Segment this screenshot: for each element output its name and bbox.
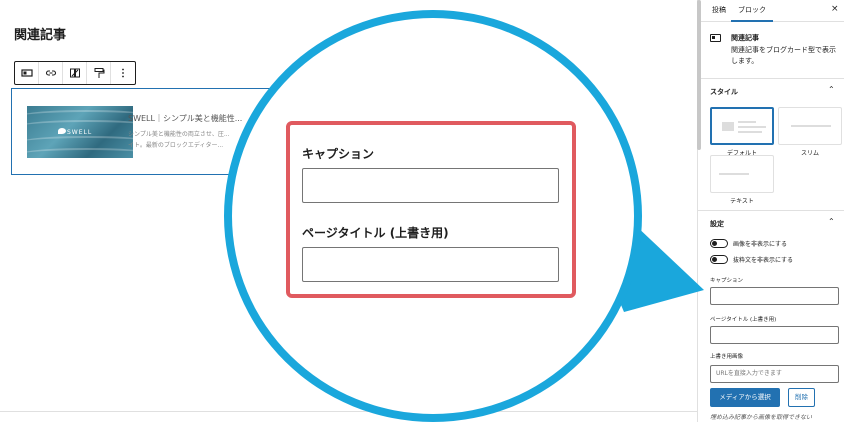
block-type-button[interactable]	[15, 62, 39, 84]
settings-sidebar: 投稿 ブロック × 関連記事 関連記事をブログカード型で表示します。 スタイル …	[697, 0, 844, 422]
image-label: 上書き用画像	[710, 354, 744, 360]
toggle-label: 抜粋文を非表示にする	[733, 256, 794, 264]
block-description: 関連記事をブログカード型で表示します。	[731, 46, 836, 65]
link-button[interactable]	[39, 62, 63, 84]
divider	[0, 411, 697, 412]
page-title: 関連記事	[14, 28, 67, 43]
image-url-input[interactable]: URLを直接入力できます	[710, 365, 839, 383]
toggle-switch[interactable]	[710, 238, 728, 248]
style-option-slim[interactable]: スリム	[778, 107, 842, 157]
style-preview	[710, 155, 774, 193]
style-option-text[interactable]: テキスト	[710, 155, 774, 205]
paint-roller-icon	[94, 68, 104, 78]
chevron-up-icon[interactable]: ⌃	[828, 217, 835, 226]
toggle-label: 画像を非表示にする	[733, 240, 788, 248]
page-title-input[interactable]	[710, 326, 839, 344]
divider	[698, 210, 844, 211]
link-icon	[45, 70, 56, 76]
block-card: 関連記事 関連記事をブログカード型で表示します。	[698, 23, 844, 79]
toggle-hide-excerpt[interactable]: 抜粋文を非表示にする	[710, 254, 793, 264]
card-thumbnail: SWELL	[27, 106, 133, 158]
card-title: SWELL｜シンプル美と機能性...	[128, 114, 243, 123]
style-label: スリム	[800, 150, 819, 157]
zoomed-caption-label: キャプション	[302, 147, 375, 161]
block-type-icon	[710, 34, 721, 42]
toggle-switch[interactable]	[710, 254, 728, 264]
zoomed-page-title-input[interactable]	[302, 247, 559, 282]
style-option-default[interactable]: デフォルト	[710, 107, 774, 157]
tab-post[interactable]: 投稿	[712, 5, 726, 15]
style-icon	[69, 68, 80, 78]
block-toolbar	[14, 61, 136, 85]
logo-icon	[58, 128, 66, 134]
chevron-up-icon[interactable]: ⌃	[828, 85, 835, 94]
zoomed-page-title-label: ページタイトル (上書き用)	[302, 226, 449, 240]
more-options-icon	[122, 68, 124, 78]
close-icon[interactable]: ×	[831, 4, 839, 14]
style-button[interactable]	[63, 62, 87, 84]
settings-section-heading[interactable]: 設定	[710, 219, 724, 229]
block-type-icon	[20, 69, 33, 77]
caption-input[interactable]	[710, 287, 839, 305]
zoomed-fields-panel: キャプション ページタイトル (上書き用)	[286, 121, 576, 298]
more-options-button[interactable]	[111, 62, 135, 84]
block-name: 関連記事	[731, 34, 759, 42]
caption-label: キャプション	[710, 278, 744, 284]
select-media-button[interactable]: メディアから選択	[710, 388, 780, 407]
style-label: テキスト	[730, 198, 754, 205]
toggle-hide-image[interactable]: 画像を非表示にする	[710, 238, 787, 248]
style-section-heading[interactable]: スタイル	[710, 87, 738, 97]
zoomed-caption-input[interactable]	[302, 168, 559, 203]
sidebar-tabs: 投稿 ブロック ×	[698, 0, 844, 22]
page-title-label: ページタイトル (上書き用)	[710, 317, 777, 323]
help-text: 埋め込み記事から画像を取得できない	[710, 414, 813, 421]
style-preview	[710, 107, 774, 145]
tab-block[interactable]: ブロック	[738, 5, 766, 15]
sidebar-scrollbar[interactable]	[697, 0, 701, 150]
style-preview	[778, 107, 842, 145]
thumb-logo-text: SWELL	[67, 129, 93, 136]
active-tab-indicator	[731, 20, 773, 22]
delete-button[interactable]: 削除	[788, 388, 815, 407]
paint-roller-button[interactable]	[87, 62, 111, 84]
